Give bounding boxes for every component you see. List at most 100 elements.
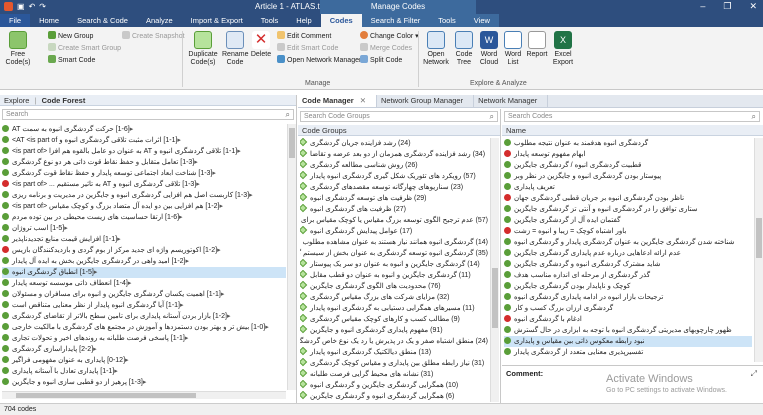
list-item[interactable]: (10) همگرایی گردشگری جایگزین و گردشگری ا… xyxy=(300,380,488,391)
expand-arrow-icon[interactable]: ▸ xyxy=(237,148,241,155)
tree-item[interactable]: ▸[1-1] پاسخی فرصت طلبانه به روندهای اخیر… xyxy=(2,333,286,344)
report-button[interactable]: Report xyxy=(525,31,549,59)
new-group-button[interactable]: New Group xyxy=(48,31,93,41)
list-item[interactable]: شاید مشترک گردشگری انبوه و گردشگری جایگز… xyxy=(504,259,752,270)
list-item[interactable]: (14) گردشگری جایگزین و انبوه به عنوان دو… xyxy=(300,259,488,270)
close-icon[interactable]: ✕ xyxy=(360,96,366,105)
list-item[interactable]: (23) سناریوهای چهارگانه توسعه مقصدهای گر… xyxy=(300,182,488,193)
list-item[interactable]: (17) عوامل پیدایش گردشگری انبوه xyxy=(300,226,488,237)
list-item[interactable]: (57) رویکرد های تئوریک شکل گیری گردشگری … xyxy=(300,171,488,182)
explorer-horizontal-scrollbar[interactable] xyxy=(2,391,286,399)
duplicate-codes-button[interactable]: Duplicate Code(s) xyxy=(186,31,220,67)
expand-arrow-icon[interactable]: ▸ xyxy=(265,324,269,331)
delete-button[interactable]: ✕ Delete xyxy=(249,31,273,59)
open-network-manager-button[interactable]: Open Network Manager xyxy=(277,55,361,65)
codes-search-input[interactable]: Search Codes ⌕ xyxy=(504,111,760,122)
list-item[interactable]: کوچک و ناپایدار بودن گردشگری جایگزین xyxy=(504,281,752,292)
tab-import-export[interactable]: Import & Export xyxy=(182,14,252,27)
tab-analyze[interactable]: Analyze xyxy=(137,14,182,27)
list-item[interactable]: ادغام با گردشگری انبوه xyxy=(504,314,752,325)
list-item[interactable]: شناخته شدن گردشگری جایگزین به عنوان گردش… xyxy=(504,237,752,248)
list-item[interactable]: (11) مسیرهای همگرایی دستیابی به گردشگری … xyxy=(300,303,488,314)
tab-codes[interactable]: Codes xyxy=(320,14,362,27)
tree-item[interactable]: ▸[1-2] هم افزایی بین دو ایده آل متضاد بز… xyxy=(2,201,286,212)
list-item[interactable]: گردشگری ارزان بزرگ کسب و کار xyxy=(504,303,752,314)
scroll-thumb[interactable] xyxy=(289,128,295,158)
expand-arrow-icon[interactable]: ▸ xyxy=(219,203,223,210)
list-item[interactable]: گردشگری انبوه هدفمند به عنوان نتیجه مطلو… xyxy=(504,138,752,149)
tree-item[interactable]: ▸[1-1] اثرات مثبت تلاقی گردشگری انبوه و … xyxy=(2,135,286,146)
list-item[interactable]: باور اشتباه کوچک = زیبا و انبوه = زشت xyxy=(504,226,752,237)
create-smart-group-button[interactable]: Create Smart Group xyxy=(48,43,121,53)
explorer-tab-code-forest[interactable]: Code Forest xyxy=(42,96,86,105)
tab-context-tools[interactable]: Tools xyxy=(429,14,465,27)
tree-item[interactable]: ▸[1-3] پرهیز از دو قطبی سازی انبوه و جای… xyxy=(2,377,286,388)
tree-item[interactable]: ▸[1-0] بیش تر و بهتر بودن دستمزدها و آمو… xyxy=(2,322,286,333)
tree-item[interactable]: ▸[1-3] تلاقی گردشگری انبوه و AT به تاثیر… xyxy=(2,179,286,190)
list-item[interactable]: (9) مطالب کسب و کارهای کوچک مقیاس گردشگر… xyxy=(300,314,488,325)
expand-arrow-icon[interactable]: ▸ xyxy=(185,335,189,342)
open-network-button[interactable]: Open Network xyxy=(421,31,451,67)
list-item[interactable]: ابهام مفهوم توسعه پایدار xyxy=(504,149,752,160)
tree-item[interactable]: ▸[1-6] ارتقا حساسیت های زیست محیطی در بی… xyxy=(2,212,286,223)
list-item[interactable]: (31) نشانه های محیط گرایی فرصت طلبانه xyxy=(300,369,488,380)
list-item[interactable]: تعریف پایداری xyxy=(504,182,752,193)
expand-arrow-icon[interactable]: ▸ xyxy=(221,291,225,298)
edit-comment-button[interactable]: Edit Comment xyxy=(277,31,331,41)
expand-arrow-icon[interactable]: ▸ xyxy=(249,192,253,199)
create-snapshot-button[interactable]: Create Snapshot xyxy=(122,31,185,41)
list-item[interactable]: (34) رشد فزاینده گردشگری همزمان از دو بع… xyxy=(300,149,488,160)
tab-file[interactable]: File xyxy=(0,14,31,27)
list-item[interactable]: پیوستار بودن گردشگری انبوه و جایگزین در … xyxy=(504,171,752,182)
word-list-button[interactable]: Word List xyxy=(502,31,524,67)
rename-code-button[interactable]: Rename Code xyxy=(222,31,248,67)
list-item[interactable]: (32) مزایای شرکت های بزرگ مقیاس گردشگری xyxy=(300,292,488,303)
tree-item[interactable]: ▸[1-6] حرکت گردشگری انبوه به سمت AT xyxy=(2,124,286,135)
explorer-search-input[interactable]: Search ⌕ xyxy=(2,109,294,120)
expand-arrow-icon[interactable]: ▸ xyxy=(212,170,216,177)
list-item[interactable]: عدم ارائه ادعاهایی درباره عدم پایداری گر… xyxy=(504,248,752,259)
list-item[interactable]: قطبیت گردشگری انبوه / گردشگری جایگزین xyxy=(504,160,752,171)
tree-item[interactable]: ▸[1-5] اسب تروژان xyxy=(2,223,286,234)
list-item[interactable]: (76) محدودیت های الگوی گردشگری جایگزین xyxy=(300,281,488,292)
scroll-thumb[interactable] xyxy=(16,393,196,398)
scroll-thumb[interactable] xyxy=(756,218,762,258)
tree-item[interactable]: ▸[1-3] شناخت ابعاد اجتماعی توسعه پایدار … xyxy=(2,168,286,179)
tree-item[interactable]: ▸[1-1] اهمیت یکسان گردشگری جایگزین و انب… xyxy=(2,289,286,300)
undo-icon[interactable]: ↶ xyxy=(29,2,36,11)
tree-item[interactable]: ▸[1-4] انعطاف ذاتی موسسه توسعه پایدار xyxy=(2,278,286,289)
word-cloud-button[interactable]: W Word Cloud xyxy=(477,31,501,67)
list-item[interactable]: نبود رابطه معکوس ذاتی بین مقیاس و پایدار… xyxy=(504,336,752,347)
list-item[interactable]: تفسیرپذیری معنایی متعدد از گردشگری پایدا… xyxy=(504,347,752,358)
tree-item[interactable]: ▸[1-1] پایداری تعادل با آستانه پایداری xyxy=(2,366,286,377)
tree-item[interactable]: ▸[1-2] بازار بردن آستانه پایداری برای تا… xyxy=(2,311,286,322)
list-item[interactable]: (27) ظرفیت های گردشگری انبوه xyxy=(300,204,488,215)
tree-item[interactable]: ▸[1-1] آیا گردشگری انبوه پایدار از نظر م… xyxy=(2,300,286,311)
edit-smart-code-button[interactable]: Edit Smart Code xyxy=(277,43,338,53)
tab-code-manager[interactable]: Code Manager ✕ xyxy=(298,95,377,107)
save-icon[interactable]: ▣ xyxy=(17,2,25,11)
expand-arrow-icon[interactable]: ▸ xyxy=(128,280,132,287)
smart-code-button[interactable]: Smart Code xyxy=(48,55,95,65)
list-item[interactable]: ظهور چارچوبهای مدیریتی گردشگری انبوه با … xyxy=(504,325,752,336)
expand-arrow-icon[interactable]: ▸ xyxy=(177,137,181,144)
expand-arrow-icon[interactable]: ▸ xyxy=(143,379,147,386)
tab-network-group-manager[interactable]: Network Group Manager xyxy=(377,95,475,107)
list-item[interactable]: (29) ظرفیت های توسعه گردشگری انبوه xyxy=(300,193,488,204)
tab-network-manager[interactable]: Network Manager xyxy=(474,95,549,107)
split-code-button[interactable]: Split Code xyxy=(360,55,402,65)
expand-arrow-icon[interactable]: ▸ xyxy=(180,302,184,309)
explorer-vertical-scrollbar[interactable] xyxy=(287,124,296,390)
tab-search-filter[interactable]: Search & Filter xyxy=(361,14,430,27)
list-item[interactable]: ناظر بودن گردشگری انبوه بر جریان قطبی گر… xyxy=(504,193,752,204)
tree-item[interactable]: ▸[1-2] اکوتوریسم واژه ای جدید مرکز از بو… xyxy=(2,245,286,256)
list-item[interactable]: (11) گردشگری جایگزین و انبوه به عنوان دو… xyxy=(300,270,488,281)
tree-item[interactable]: ▸[0-12] پایداری به عنوان مفهومی فراگیر xyxy=(2,355,286,366)
merge-codes-button[interactable]: Merge Codes xyxy=(360,43,412,53)
tree-item[interactable]: ▸[1-3] تعامل متقابل و حفظ نقاط قوت ذاتی … xyxy=(2,157,286,168)
list-item[interactable]: (35) گردشگری انبوه توسعه گردشگری به عنوا… xyxy=(300,248,488,259)
tab-home[interactable]: Home xyxy=(30,14,68,27)
expand-arrow-icon[interactable]: ▸ xyxy=(94,269,98,276)
list-item[interactable]: گفتمان ایده آل از گردشگری جایگزین xyxy=(504,215,752,226)
tab-tools[interactable]: Tools xyxy=(252,14,288,27)
